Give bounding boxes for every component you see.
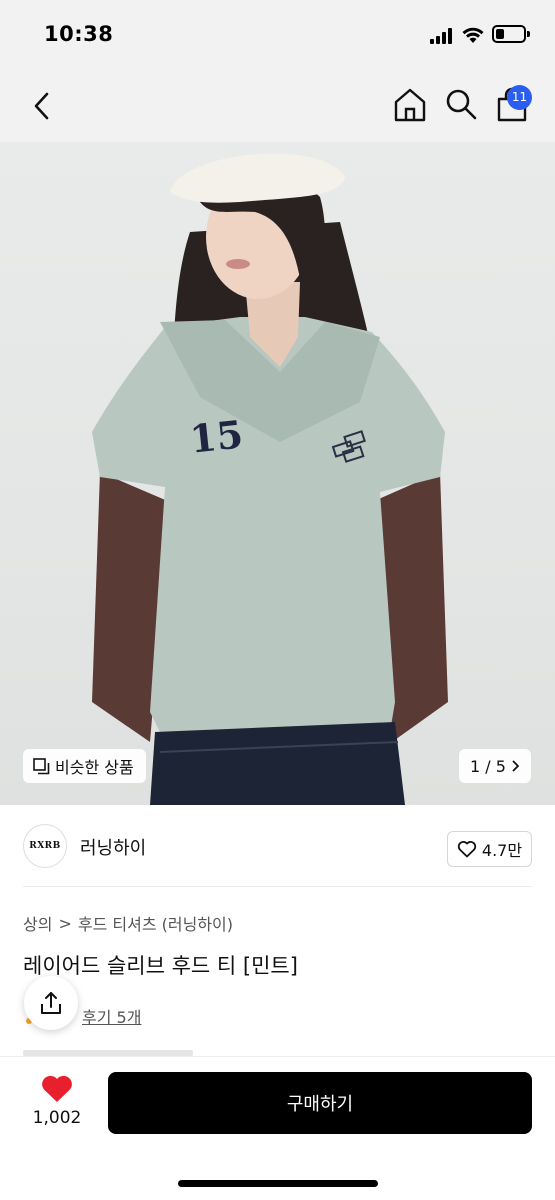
cart-count-badge: 11	[507, 85, 532, 110]
brand-logo[interactable]: RXRB	[23, 824, 67, 868]
copy-icon	[33, 757, 50, 774]
wifi-icon	[462, 27, 484, 43]
chevron-right-icon	[512, 760, 519, 772]
battery-icon	[492, 25, 530, 43]
breadcrumb: 상의 > 후드 티셔츠 (러닝하이)	[23, 911, 233, 935]
breadcrumb-subcategory[interactable]: 후드 티셔츠 (러닝하이)	[78, 911, 233, 935]
cellular-signal-icon	[430, 28, 454, 44]
status-bar: 10:38	[0, 0, 555, 70]
heart-outline-icon	[457, 841, 477, 858]
review-link[interactable]: 후기 5개	[82, 1004, 141, 1028]
back-icon[interactable]	[28, 90, 58, 122]
buy-button[interactable]: 구매하기	[108, 1072, 532, 1134]
jersey-number: 15	[187, 411, 246, 462]
brand-row[interactable]: RXRB 러닝하이 4.7만	[0, 805, 555, 887]
similar-products-button[interactable]: 비슷한 상품	[23, 749, 146, 783]
divider	[23, 886, 532, 887]
buy-button-label: 구매하기	[286, 1094, 354, 1115]
model-photo-illustration	[92, 153, 448, 805]
wishlist-count: 1,002	[32, 1108, 82, 1128]
heart-filled-icon	[42, 1075, 72, 1102]
nav-header	[0, 70, 555, 142]
home-icon[interactable]	[393, 87, 427, 123]
page-indicator-text: 1 / 5	[470, 756, 506, 776]
similar-products-label: 비슷한 상품	[55, 758, 134, 777]
status-time: 10:38	[44, 22, 114, 46]
image-page-indicator[interactable]: 1 / 5	[459, 749, 531, 783]
brand-like-count: 4.7만	[481, 841, 523, 860]
home-indicator	[178, 1180, 378, 1187]
share-icon	[41, 992, 61, 1014]
product-title: 레이어드 슬리브 후드 티 [민트]	[23, 954, 298, 978]
breadcrumb-category[interactable]: 상의	[23, 911, 52, 935]
search-icon[interactable]	[444, 87, 478, 121]
brand-like-button[interactable]: 4.7만	[447, 831, 532, 867]
breadcrumb-separator: >	[58, 913, 72, 933]
brand-name[interactable]: 러닝하이	[80, 834, 146, 860]
share-button[interactable]	[24, 976, 78, 1030]
product-image[interactable]: 15	[0, 142, 555, 805]
